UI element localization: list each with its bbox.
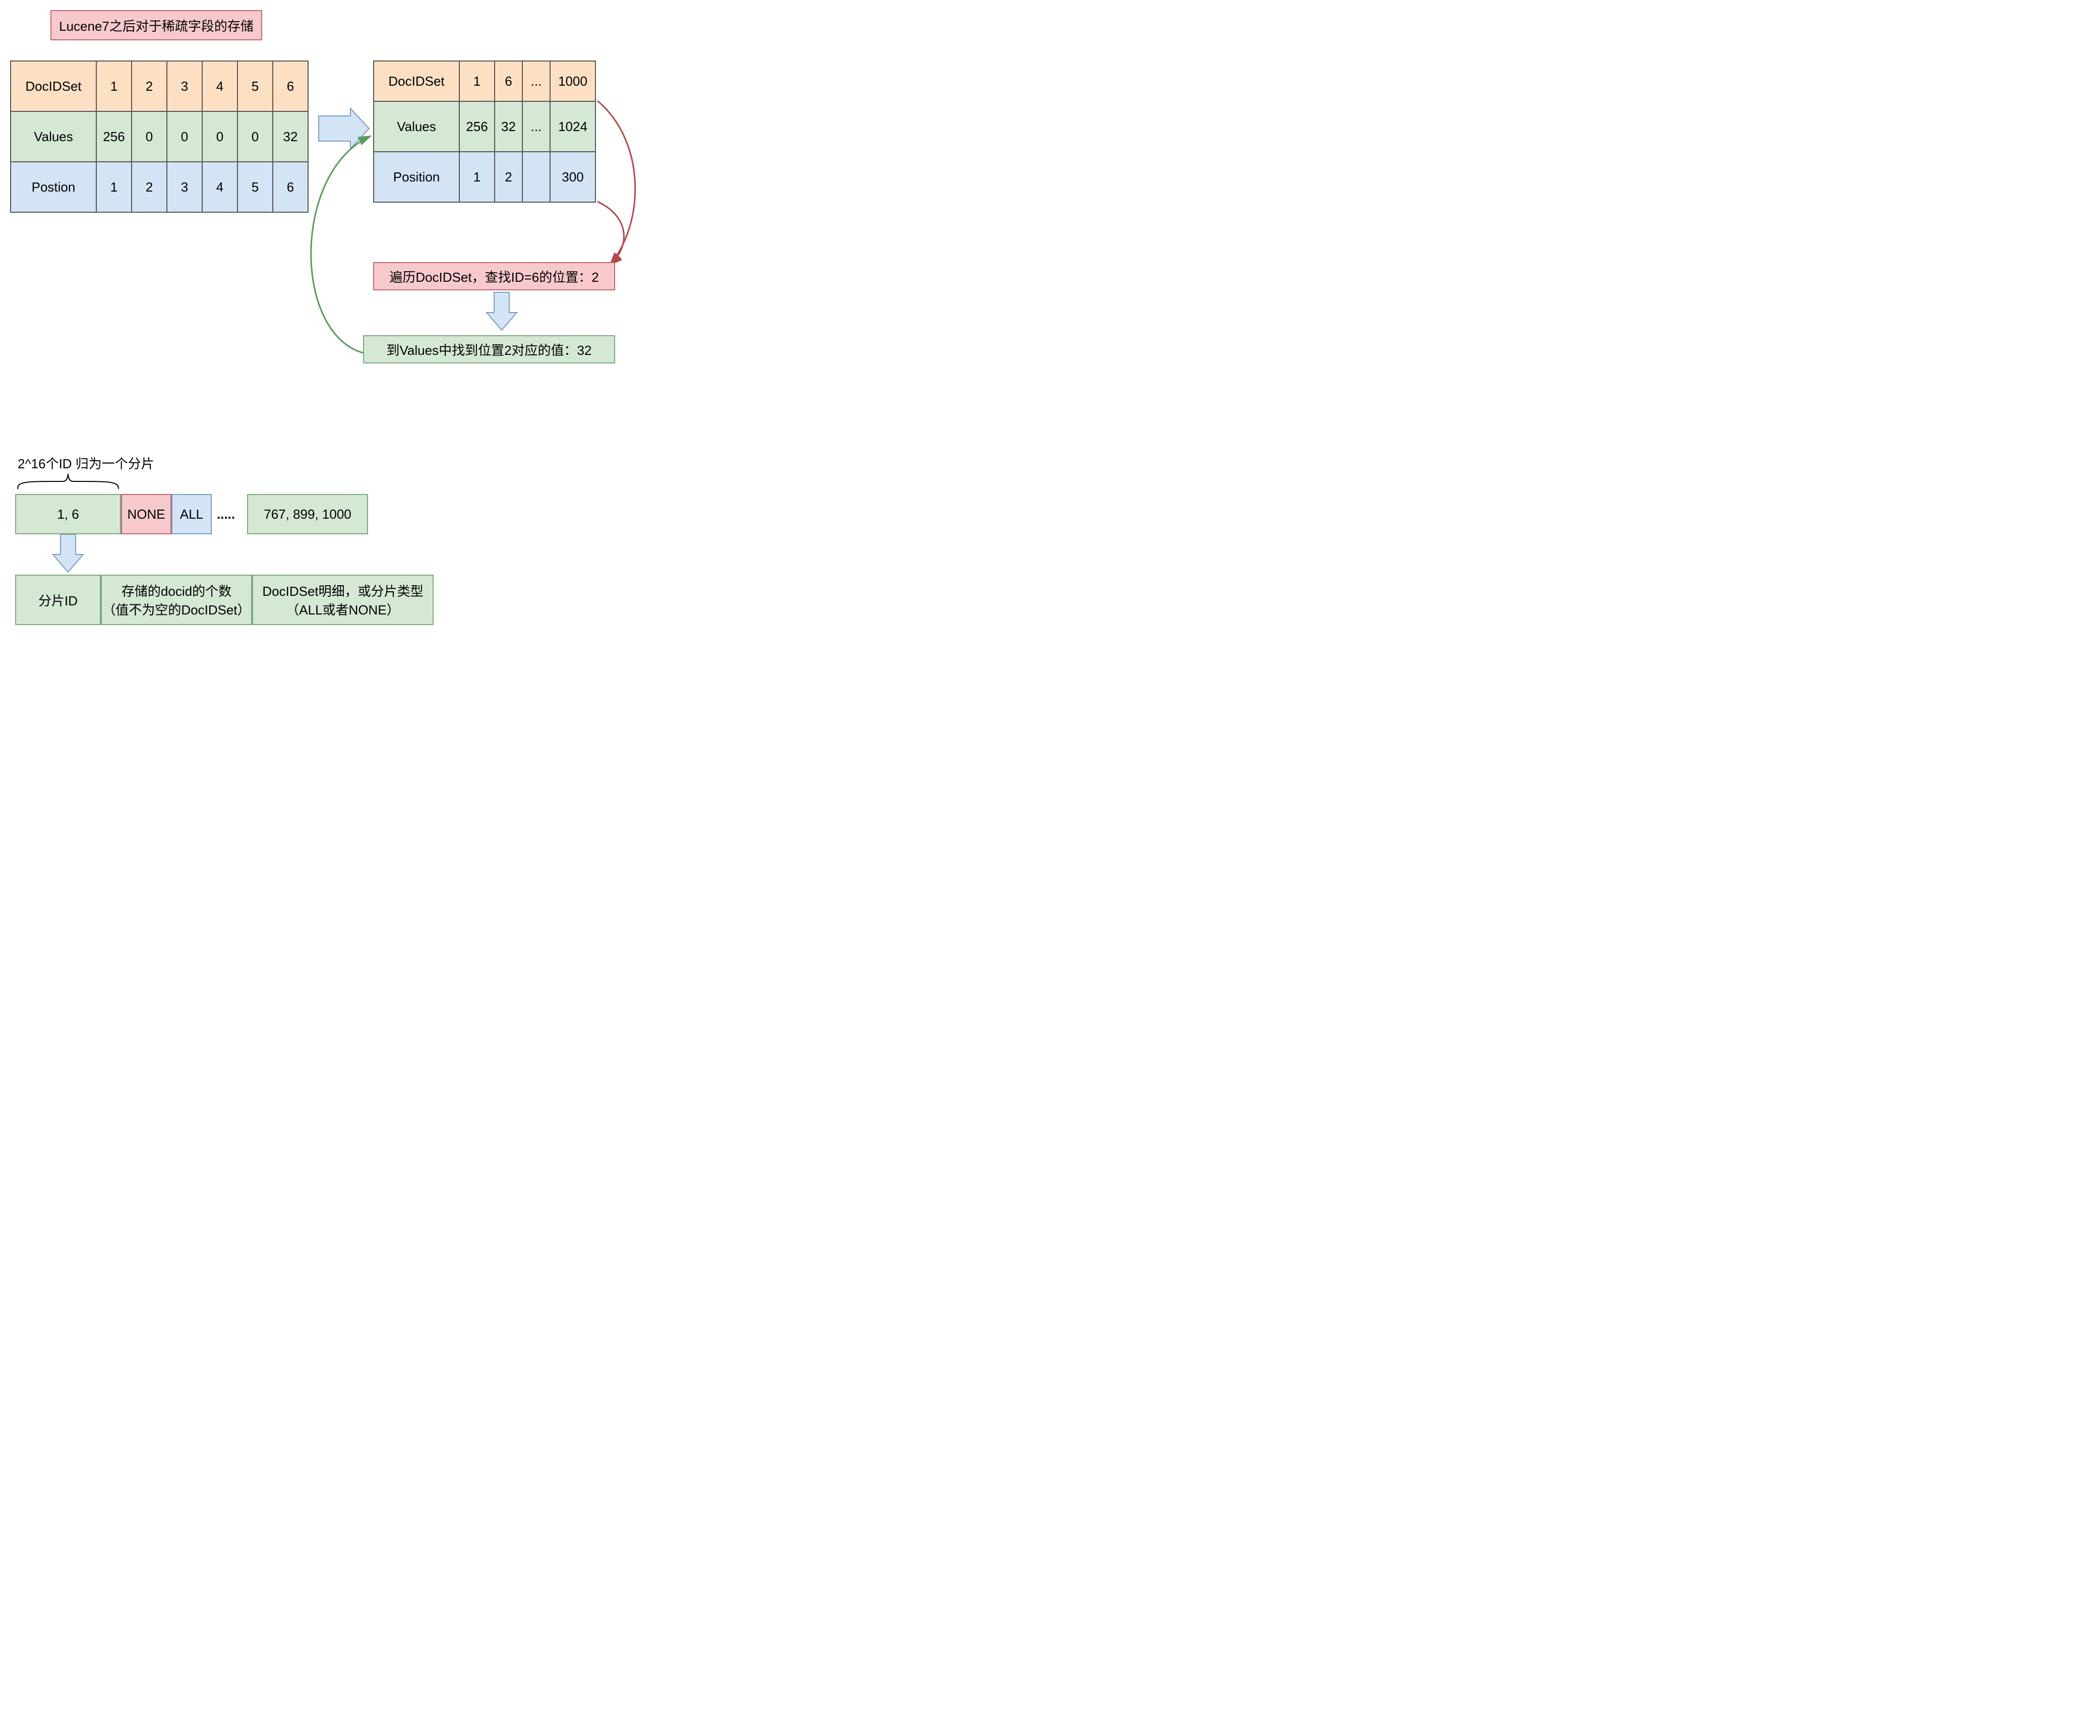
cell: 4 — [202, 162, 237, 212]
shard-detail-arrow-icon — [53, 534, 83, 572]
cell: 3 — [167, 61, 202, 111]
right-table: DocIDSet 1 6 ... 1000 Values 256 32 ... … — [373, 60, 596, 203]
shard-none-cell: NONE — [121, 494, 171, 534]
callout-found-value: 到Values中找到位置2对应的值：32 — [363, 335, 615, 363]
brace-label: 2^16个ID 归为一个分片 — [18, 454, 154, 472]
cell: 1 — [96, 162, 132, 212]
cell — [522, 152, 550, 202]
lookup-arrows — [597, 101, 635, 265]
cell: 0 — [237, 111, 273, 162]
right-values-row: Values 256 32 ... 1024 — [374, 101, 595, 152]
right-docidset-row: DocIDSet 1 6 ... 1000 — [374, 61, 595, 101]
cell: 5 — [237, 61, 273, 111]
left-position-row: Postion 1 2 3 4 5 6 — [11, 162, 308, 212]
shard-detail-cell: 分片ID — [15, 575, 101, 625]
cell: 0 — [167, 111, 202, 162]
cell: 6 — [495, 61, 522, 101]
cell: 300 — [550, 152, 595, 202]
shard-ellipsis: ..... — [217, 507, 235, 522]
cell: ... — [522, 61, 550, 101]
cell-label: Position — [374, 152, 459, 202]
cell-label: DocIDSet — [374, 61, 459, 101]
cell: 6 — [273, 61, 308, 111]
cell: 32 — [273, 111, 308, 162]
shard-detail-cell: DocIDSet明细，或分片类型 （ALL或者NONE） — [252, 575, 434, 625]
cell: 1 — [459, 152, 495, 202]
cell: 2 — [495, 152, 522, 202]
cell: 2 — [132, 61, 167, 111]
transform-arrow-icon — [319, 108, 369, 149]
shard-cell: 767, 899, 1000 — [247, 494, 368, 534]
shard-detail-cell: 存储的docid的个数 （值不为空的DocIDSet） — [101, 575, 252, 625]
shard-all-cell: ALL — [171, 494, 212, 534]
cell: 1000 — [550, 61, 595, 101]
left-values-row: Values 256 0 0 0 0 32 — [11, 111, 308, 162]
cell-label: DocIDSet — [11, 61, 96, 111]
brace-icon — [18, 474, 118, 489]
cell: 5 — [237, 162, 273, 212]
left-table: DocIDSet 1 2 3 4 5 6 Values 256 0 0 0 0 … — [10, 60, 309, 213]
cell-label: Values — [374, 101, 459, 152]
cell: 6 — [273, 162, 308, 212]
right-position-row: Position 1 2 300 — [374, 152, 595, 202]
cell: 256 — [96, 111, 132, 162]
cell: ... — [522, 101, 550, 152]
cell: 0 — [202, 111, 237, 162]
cell: 32 — [495, 101, 522, 152]
cell: 4 — [202, 61, 237, 111]
step-arrow-icon — [487, 285, 529, 330]
shard-cell: 1, 6 — [15, 494, 121, 534]
cell-label: Values — [11, 111, 96, 162]
result-arrow — [311, 136, 371, 353]
cell: 1 — [96, 61, 132, 111]
cell: 1 — [459, 61, 495, 101]
cell: 256 — [459, 101, 495, 152]
cell-label: Postion — [11, 162, 96, 212]
diagram-title: Lucene7之后对于稀疏字段的存储 — [50, 10, 262, 40]
cell: 3 — [167, 162, 202, 212]
cell: 0 — [132, 111, 167, 162]
cell: 2 — [132, 162, 167, 212]
cell: 1024 — [550, 101, 595, 152]
callout-lookup-position: 遍历DocIDSet，查找ID=6的位置：2 — [373, 262, 615, 290]
left-docidset-row: DocIDSet 1 2 3 4 5 6 — [11, 61, 308, 111]
